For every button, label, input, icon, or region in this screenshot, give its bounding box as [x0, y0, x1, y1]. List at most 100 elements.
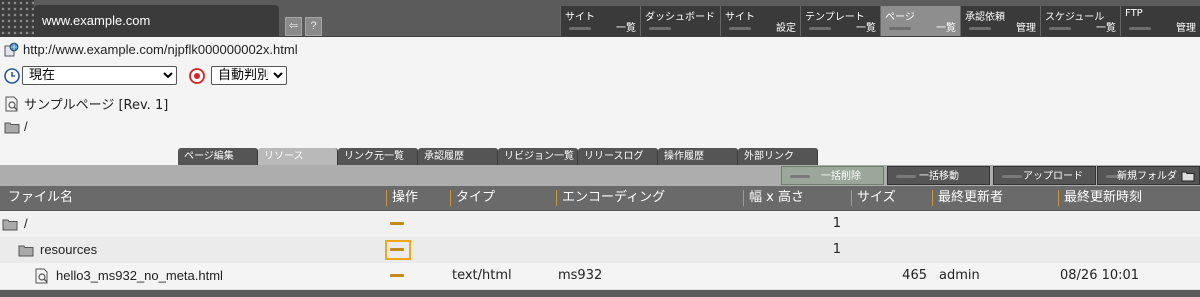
menu-bar-icon	[729, 27, 751, 30]
menu-bar-icon	[1129, 27, 1151, 30]
menu-bar-icon	[889, 27, 911, 30]
file-encoding: ms932	[558, 268, 603, 283]
col-size[interactable]: サイズ	[851, 186, 931, 210]
operation-dash-icon	[390, 248, 404, 251]
menu-label: 承認依頼	[965, 12, 1005, 23]
menu-bar-icon	[1049, 27, 1071, 30]
site-name: www.example.com	[42, 13, 151, 28]
column-divider	[450, 190, 451, 206]
column-divider	[1058, 190, 1059, 206]
menu-sublabel: 一覧	[1096, 23, 1116, 34]
col-operation-label: 操作	[392, 190, 419, 205]
tab-page-edit[interactable]: ページ編集	[178, 148, 258, 165]
upload-button[interactable]: アップロード	[993, 166, 1096, 185]
menu-page-list[interactable]: ページ 一覧	[880, 6, 960, 36]
menu-approval-requests[interactable]: 承認依頼 管理	[960, 6, 1040, 36]
col-operation[interactable]: 操作	[386, 186, 448, 210]
file-updater: admin	[939, 268, 980, 283]
column-divider	[851, 190, 852, 206]
column-divider	[556, 190, 557, 206]
menu-sublabel: 設定	[776, 23, 796, 34]
table-row[interactable]: / 1	[0, 211, 1200, 238]
menu-schedule-list[interactable]: スケジュール 一覧	[1040, 6, 1120, 36]
file-size: 465	[902, 268, 927, 283]
new-folder-button[interactable]: 新規フォルダ	[1097, 166, 1200, 185]
encoding-detect-select[interactable]: 自動判別	[211, 66, 287, 85]
tab-revision-list[interactable]: リビジョン一覧	[498, 148, 578, 165]
table-row[interactable]: hello3_ms932_no_meta.html text/html ms93…	[0, 263, 1200, 290]
tab-operation-history[interactable]: 操作履歴	[658, 148, 738, 165]
file-search-icon	[35, 268, 48, 284]
menu-ftp[interactable]: FTP 管理	[1120, 6, 1200, 36]
file-updated: 08/26 10:01	[1060, 268, 1140, 283]
file-name[interactable]: resources	[40, 237, 97, 263]
operation-dash-icon	[390, 222, 404, 225]
menu-label: サイト	[565, 12, 595, 23]
bulk-delete-label: 一括削除	[821, 171, 861, 182]
menu-sublabel: 一覧	[616, 23, 636, 34]
file-name[interactable]: hello3_ms932_no_meta.html	[56, 263, 223, 289]
table-row[interactable]: resources 1	[0, 237, 1200, 264]
col-file-name[interactable]: ファイル名	[2, 186, 385, 210]
path-row: /	[4, 119, 28, 134]
file-size	[851, 211, 927, 237]
bottom-bar	[0, 290, 1200, 297]
column-divider	[743, 190, 744, 206]
col-type[interactable]: タイプ	[450, 186, 554, 210]
clock-icon	[4, 67, 20, 84]
button-bar-icon	[896, 175, 916, 178]
col-updated[interactable]: 最終更新時刻	[1058, 186, 1200, 210]
menu-sublabel: 一覧	[856, 23, 876, 34]
tab-approval-history[interactable]: 承認履歴	[418, 148, 498, 165]
operation-menu-button[interactable]	[385, 266, 411, 286]
file-size	[851, 237, 927, 263]
folder-icon	[2, 219, 18, 231]
operation-dash-icon	[390, 274, 404, 277]
page-url[interactable]: http://www.example.com/njpflk000000002x.…	[23, 42, 298, 57]
menu-bar-icon	[569, 27, 591, 30]
url-row: http://www.example.com/njpflk000000002x.…	[4, 42, 298, 57]
back-icon[interactable]: ⇦	[285, 17, 302, 36]
bulk-delete-button[interactable]: 一括削除	[781, 166, 884, 185]
menu-label: サイト	[725, 12, 755, 23]
tab-resources[interactable]: リソース	[258, 148, 338, 165]
bulk-move-button[interactable]: 一括移動	[887, 166, 990, 185]
menu-bar-icon	[649, 27, 671, 30]
menu-bar-icon	[969, 27, 991, 30]
upload-label: アップロード	[1023, 171, 1083, 182]
menu-label: FTP	[1125, 8, 1143, 19]
file-dimensions: 1	[832, 242, 841, 257]
menu-dashboard[interactable]: ダッシュボード	[640, 6, 720, 36]
target-icon	[189, 67, 205, 84]
col-encoding[interactable]: エンコーディング	[556, 186, 742, 210]
col-type-label: タイプ	[456, 190, 496, 205]
tab-external-links[interactable]: 外部リンク	[738, 148, 818, 165]
column-divider	[932, 190, 933, 206]
operation-menu-button[interactable]	[385, 240, 411, 260]
page-link-icon	[4, 42, 19, 57]
file-name[interactable]: /	[24, 211, 28, 237]
menu-sublabel: 管理	[1176, 23, 1196, 34]
menu-sublabel: 一覧	[936, 23, 956, 34]
button-bar-icon	[790, 175, 810, 178]
menu-site-settings[interactable]: サイト 設定	[720, 6, 800, 36]
col-dimensions-label: 幅 x 高さ	[749, 190, 804, 205]
tab-release-log[interactable]: リリースログ	[578, 148, 658, 165]
col-updater[interactable]: 最終更新者	[932, 186, 1056, 210]
col-dimensions[interactable]: 幅 x 高さ	[743, 186, 849, 210]
file-dimensions: 1	[832, 216, 841, 231]
menu-site-list[interactable]: サイト 一覧	[560, 6, 640, 36]
action-bar: 一括削除 一括移動 アップロード 新規フォルダ	[0, 165, 1200, 186]
menu-template-list[interactable]: テンプレート 一覧	[800, 6, 880, 36]
operation-menu-button[interactable]	[385, 214, 411, 234]
table-header: ファイル名 操作 タイプ エンコーディング 幅 x 高さ サイズ 最終更新者 最…	[0, 186, 1200, 211]
col-size-label: サイズ	[857, 190, 896, 205]
new-folder-label: 新規フォルダ	[1117, 171, 1177, 182]
site-tab[interactable]: www.example.com ⇦ ?	[34, 5, 322, 36]
help-icon[interactable]: ?	[305, 17, 322, 36]
time-select[interactable]: 現在	[22, 66, 177, 85]
page-search-icon	[5, 96, 18, 111]
tab-link-sources[interactable]: リンク元一覧	[338, 148, 418, 165]
logo-icon[interactable]	[0, 0, 34, 36]
menu-label: ダッシュボード	[645, 12, 715, 23]
